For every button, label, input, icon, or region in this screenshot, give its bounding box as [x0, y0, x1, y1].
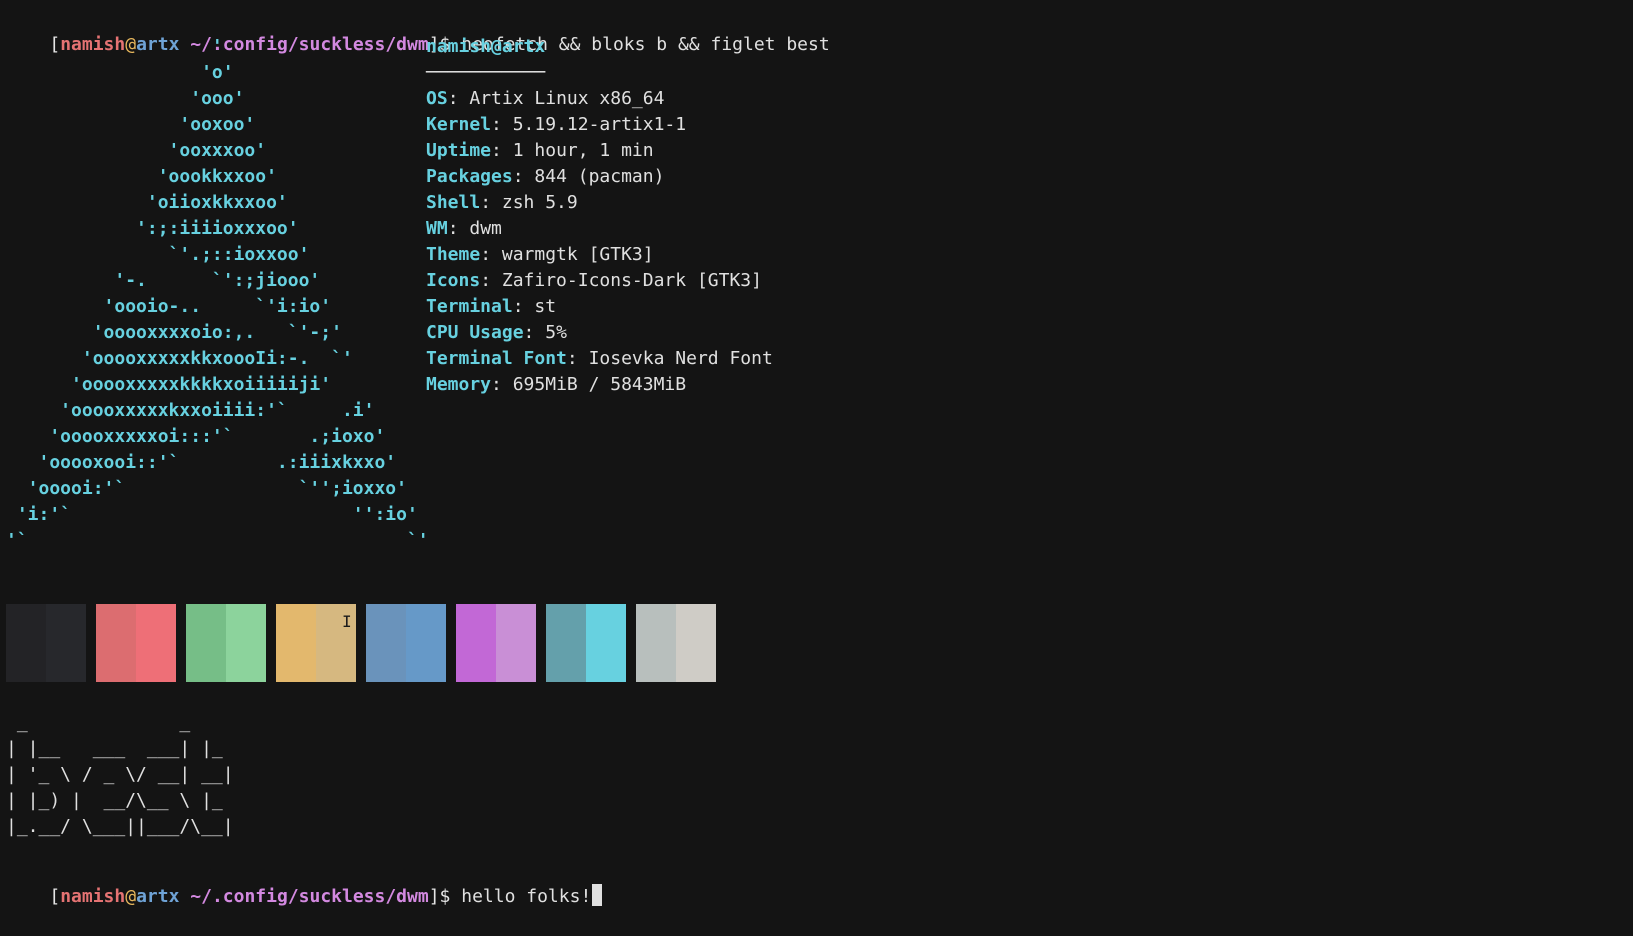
color-bright: [586, 604, 626, 682]
prompt-user: namish: [60, 886, 126, 907]
prompt-line-2[interactable]: [namish@artx ~/.config/suckless/dwm]$ he…: [6, 858, 603, 936]
color-swatch: [546, 604, 626, 682]
info-value: warmgtk [GTK3]: [501, 244, 654, 265]
color-bright: [46, 604, 86, 682]
info-colon: :: [480, 192, 502, 213]
info-key: OS: [426, 88, 448, 109]
color-normal: [456, 604, 496, 682]
color-bright: [226, 604, 266, 682]
info-key: Terminal Font: [426, 348, 567, 369]
info-row: Terminal Font: Iosevka Nerd Font: [426, 346, 773, 372]
prompt-at: @: [125, 886, 137, 907]
info-value: st: [534, 296, 557, 317]
info-row: Uptime: 1 hour, 1 min: [426, 138, 773, 164]
terminal-window[interactable]: [namish@artx ~/.config/suckless/dwm]$ ne…: [0, 0, 1633, 923]
color-bright: [136, 604, 176, 682]
info-row: Theme: warmgtk [GTK3]: [426, 242, 773, 268]
info-colon: :: [566, 348, 589, 369]
color-swatch: [366, 604, 446, 682]
info-value: Iosevka Nerd Font: [588, 348, 773, 369]
info-value: 5%: [545, 322, 567, 343]
info-row: OS: Artix Linux x86_64: [426, 86, 773, 112]
info-separator: ───────────: [426, 62, 546, 83]
artix-ascii-logo: ' 'o' 'ooo' 'ooxoo' 'ooxxxoo' 'oookkxxoo…: [6, 36, 429, 551]
prompt-host: artx: [136, 886, 180, 907]
color-bright: [496, 604, 536, 682]
info-value: Artix Linux x86_64: [469, 88, 665, 109]
color-normal: [186, 604, 226, 682]
info-key: Packages: [426, 166, 513, 187]
info-colon: :: [480, 270, 502, 291]
info-colon: :: [480, 244, 502, 265]
info-colon: :: [512, 296, 535, 317]
info-row: Memory: 695MiB / 5843MiB: [426, 372, 773, 398]
color-normal: [366, 604, 406, 682]
color-normal: [276, 604, 316, 682]
info-row: WM: dwm: [426, 216, 773, 242]
neofetch-info: namish@artx ─────────── OS: Artix Linux …: [426, 34, 773, 398]
color-bright: [406, 604, 446, 682]
color-normal: [96, 604, 136, 682]
info-key: Shell: [426, 192, 481, 213]
info-title-at: @: [491, 36, 502, 57]
prompt-close-bracket: ]: [428, 886, 440, 907]
info-key: WM: [426, 218, 448, 239]
info-colon: :: [491, 374, 513, 395]
info-key: Kernel: [426, 114, 492, 135]
info-value: 1 hour, 1 min: [512, 140, 654, 161]
color-normal: [546, 604, 586, 682]
info-row: Icons: Zafiro-Icons-Dark [GTK3]: [426, 268, 773, 294]
info-value: dwm: [469, 218, 502, 239]
info-key: Icons: [426, 270, 481, 291]
info-rows: OS: Artix Linux x86_64 Kernel: 5.19.12-ar…: [426, 86, 773, 398]
info-key: Uptime: [426, 140, 492, 161]
prompt-open-bracket: [: [49, 886, 61, 907]
info-key: CPU Usage: [426, 322, 524, 343]
info-colon: :: [447, 88, 470, 109]
info-value: 844 (pacman): [534, 166, 665, 187]
figlet-output: _ _ | |__ ___ ___| |_ | '_ \ / _ \/ __| …: [6, 712, 234, 837]
info-title: namish@artx: [426, 34, 773, 60]
info-key: Memory: [426, 374, 492, 395]
color-swatch: [96, 604, 176, 682]
color-normal: [6, 604, 46, 682]
info-title-host: artx: [501, 36, 546, 57]
color-bright: [676, 604, 716, 682]
info-colon: :: [491, 140, 513, 161]
info-colon: :: [512, 166, 535, 187]
command-input[interactable]: hello folks!: [461, 886, 591, 907]
terminal-cursor: [592, 884, 603, 906]
color-palette: [6, 604, 716, 682]
info-title-user: namish: [426, 36, 492, 57]
info-row: Shell: zsh 5.9: [426, 190, 773, 216]
info-row: CPU Usage: 5%: [426, 320, 773, 346]
info-key: Theme: [426, 244, 481, 265]
info-colon: :: [491, 114, 513, 135]
color-swatch: [456, 604, 536, 682]
info-colon: :: [447, 218, 470, 239]
info-row: Packages: 844 (pacman): [426, 164, 773, 190]
color-swatch: [186, 604, 266, 682]
info-colon: :: [523, 322, 546, 343]
info-value: zsh 5.9: [501, 192, 578, 213]
info-value: Zafiro-Icons-Dark [GTK3]: [501, 270, 762, 291]
info-row: Kernel: 5.19.12-artix1-1: [426, 112, 773, 138]
info-value: 695MiB / 5843MiB: [512, 374, 687, 395]
text-cursor-ibeam-icon: I: [342, 612, 352, 631]
info-row: Terminal: st: [426, 294, 773, 320]
info-key: Terminal: [426, 296, 513, 317]
info-value: 5.19.12-artix1-1: [512, 114, 687, 135]
prompt-path: ~/.config/suckless/dwm: [190, 886, 429, 907]
color-swatch: [6, 604, 86, 682]
prompt-dollar: $: [439, 886, 451, 907]
color-swatch: [636, 604, 716, 682]
color-normal: [636, 604, 676, 682]
